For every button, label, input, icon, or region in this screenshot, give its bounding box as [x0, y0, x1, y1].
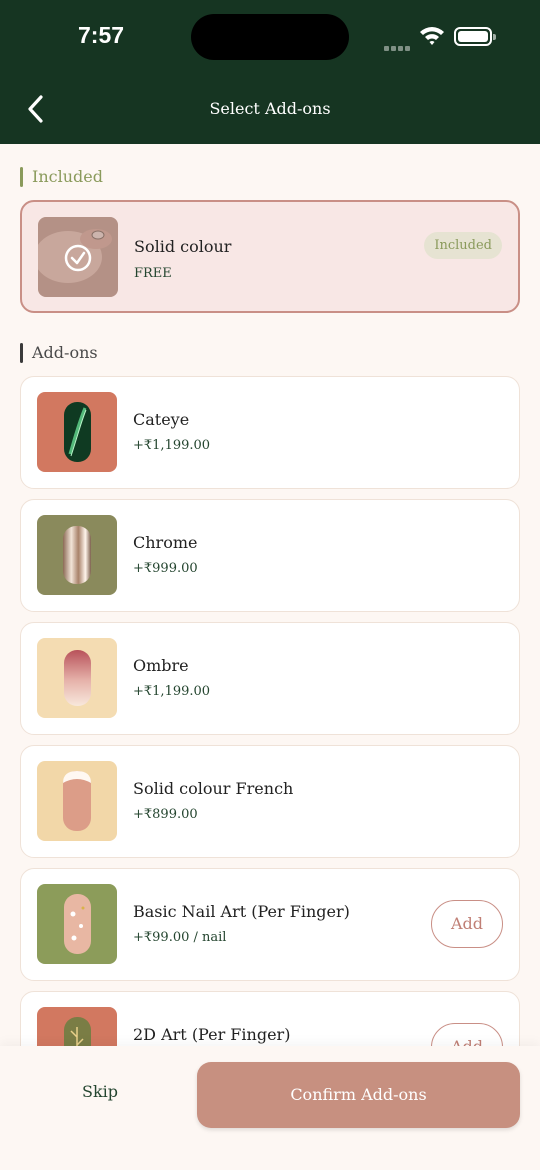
item-price: +₹99.00 / nail	[133, 930, 227, 945]
battery-icon	[454, 27, 496, 46]
signal-icon	[384, 36, 412, 55]
cateye-thumbnail	[37, 392, 117, 472]
item-name: Solid colour French	[133, 779, 294, 798]
item-price: +₹899.00	[133, 807, 198, 822]
item-name: Solid colour	[134, 237, 232, 256]
add-button[interactable]: Add	[431, 900, 503, 948]
basic-nail-art-thumbnail	[37, 884, 117, 964]
addons-section-title: Add-ons	[20, 342, 98, 364]
french-thumbnail	[37, 761, 117, 841]
status-time: 7:57	[78, 22, 125, 48]
addon-card-cateye[interactable]: Cateye +₹1,199.00	[20, 376, 520, 489]
addon-card-solid-colour-french[interactable]: Solid colour French +₹899.00	[20, 745, 520, 858]
confirm-addons-button[interactable]: Confirm Add-ons	[197, 1062, 520, 1128]
solid-colour-thumbnail	[38, 217, 118, 297]
included-badge: Included	[424, 232, 502, 259]
app-header: 7:57 Select Add-ons	[0, 0, 540, 144]
addon-card-basic-nail-art[interactable]: Basic Nail Art (Per Finger) +₹99.00 / na…	[20, 868, 520, 981]
wifi-icon	[420, 27, 444, 45]
item-price: +₹999.00	[133, 561, 198, 576]
item-price: FREE	[134, 266, 172, 281]
addon-card-ombre[interactable]: Ombre +₹1,199.00	[20, 622, 520, 735]
bottom-action-bar: Skip Confirm Add-ons	[0, 1046, 540, 1170]
skip-button[interactable]: Skip	[40, 1082, 160, 1112]
ombre-thumbnail	[37, 638, 117, 718]
included-item-card: Solid colour FREE Included	[20, 200, 520, 313]
item-name: Basic Nail Art (Per Finger)	[133, 902, 350, 921]
included-section-title: Included	[20, 166, 103, 188]
item-name: 2D Art (Per Finger)	[133, 1025, 291, 1044]
addon-card-chrome[interactable]: Chrome +₹999.00	[20, 499, 520, 612]
item-price: +₹1,199.00	[133, 684, 211, 699]
status-indicators	[382, 24, 496, 51]
chrome-thumbnail	[37, 515, 117, 595]
item-price: +₹1,199.00	[133, 438, 211, 453]
item-name: Cateye	[133, 410, 190, 429]
dynamic-island	[191, 14, 349, 60]
item-name: Chrome	[133, 533, 198, 552]
page-title: Select Add-ons	[209, 99, 331, 118]
item-name: Ombre	[133, 656, 189, 675]
